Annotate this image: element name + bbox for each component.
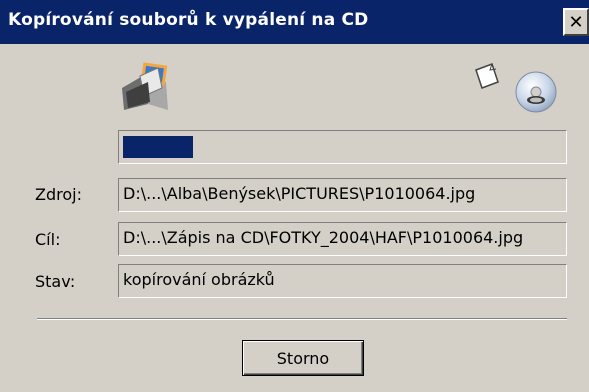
target-label: Cíl:: [35, 230, 61, 249]
close-button[interactable]: ✕: [563, 8, 589, 36]
progress-bar: [118, 130, 567, 164]
target-path-field: D:\...\Zápis na CD\FOTKY_2004\HAF\P10100…: [118, 222, 567, 256]
source-path-field: D:\...\Alba\Benýsek\PICTURES\P1010064.jp…: [118, 178, 567, 212]
cd-disc-icon: [515, 71, 557, 113]
status-label: Stav:: [35, 272, 76, 291]
source-label: Zdroj:: [35, 185, 82, 204]
folder-with-images-icon: [122, 62, 168, 110]
divider: [37, 318, 567, 320]
status-field: kopírování obrázků: [118, 264, 567, 298]
progress-fill: [123, 136, 193, 158]
window-title: Kopírování souborů k vypálení na CD: [8, 10, 369, 30]
cancel-button[interactable]: Storno: [242, 340, 364, 376]
document-page-icon: [475, 63, 499, 89]
title-bar[interactable]: Kopírování souborů k vypálení na CD ✕: [0, 0, 589, 44]
close-icon: ✕: [568, 11, 584, 33]
